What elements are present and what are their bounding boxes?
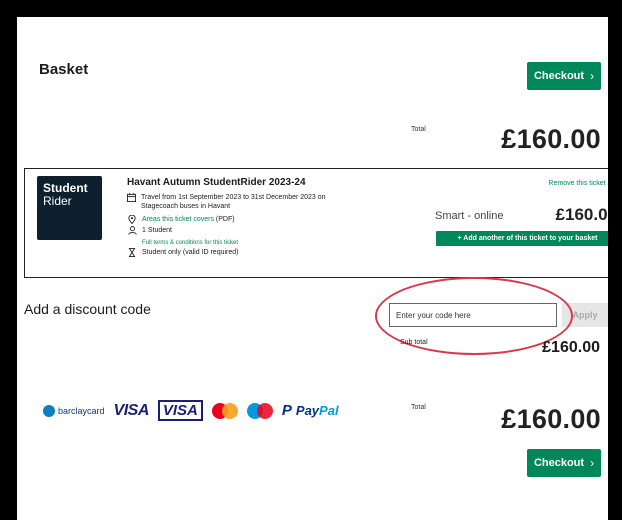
paypal-logo: P PayPal (282, 402, 339, 419)
basket-page: Basket Checkout › Total £160.00 Student … (17, 17, 608, 520)
maestro-icon (246, 402, 273, 419)
passengers-text: 1 Student (142, 227, 172, 234)
visa-logo: VISA (113, 401, 150, 419)
apply-button[interactable]: Apply (562, 303, 608, 327)
barclays-eagle-icon (43, 404, 55, 417)
eligibility-row: Student only (valid ID required) (127, 248, 239, 259)
studentrider-logo: Student Rider (37, 176, 102, 240)
barclaycard-logo: barclaycard (43, 404, 105, 417)
location-pin-icon (127, 214, 137, 226)
visa-debit-logo: VISA (157, 400, 203, 421)
areas-suffix: (PDF) (213, 216, 235, 223)
areas-link[interactable]: Areas this ticket covers (142, 216, 214, 223)
chevron-right-icon: › (590, 456, 595, 470)
total-value-bottom: £160.00 (501, 404, 601, 434)
travel-row: Travel from 1st September 2023 to 31st D… (127, 193, 342, 211)
ticket-price: £160.00 (555, 205, 608, 224)
subtotal-value: £160.00 (542, 339, 600, 356)
payment-logos: barclaycard VISA VISA P PayPal (43, 400, 339, 421)
logo-line2: Rider (43, 194, 72, 208)
calendar-icon (127, 193, 136, 204)
checkout-label: Checkout (533, 457, 585, 469)
ticket-format: Smart - online (435, 210, 504, 222)
paypal-pay: Pay (295, 403, 320, 418)
chevron-right-icon: › (590, 69, 595, 83)
total-label-bottom: Total (411, 404, 426, 411)
person-icon (127, 226, 137, 237)
areas-row: Areas this ticket covers (PDF) (127, 214, 235, 226)
travel-text: Travel from 1st September 2023 to 31st D… (141, 194, 326, 210)
checkout-button-bottom[interactable]: Checkout › (527, 449, 601, 477)
paypal-p-icon: P (281, 402, 292, 419)
passengers-row: 1 Student (127, 226, 172, 237)
basket-title: Basket (39, 61, 89, 78)
discount-title: Add a discount code (24, 301, 151, 317)
checkout-label: Checkout (533, 70, 585, 82)
total-label-top: Total (411, 126, 426, 133)
discount-code-input[interactable] (389, 303, 557, 327)
eligibility-text: Student only (valid ID required) (142, 249, 239, 256)
subtotal-label: Sub total (400, 339, 428, 346)
ticket-card: Student Rider Havant Autumn StudentRider… (24, 168, 608, 278)
remove-ticket-label: Remove this ticket (548, 180, 606, 187)
paypal-pal: Pal (319, 403, 339, 418)
add-another-ticket-button[interactable]: + Add another of this ticket to your bas… (436, 231, 608, 246)
barclaycard-text: barclaycard (58, 405, 105, 416)
checkout-button-top[interactable]: Checkout › (527, 62, 601, 90)
mastercard-icon (211, 402, 238, 419)
terms-link[interactable]: Full terms & conditions for this ticket (142, 239, 238, 248)
hourglass-icon (127, 248, 137, 259)
remove-ticket-link[interactable]: Remove this ticket ✕ (548, 178, 608, 189)
total-value-top: £160.00 (501, 124, 601, 154)
ticket-name: Havant Autumn StudentRider 2023-24 (127, 177, 306, 188)
